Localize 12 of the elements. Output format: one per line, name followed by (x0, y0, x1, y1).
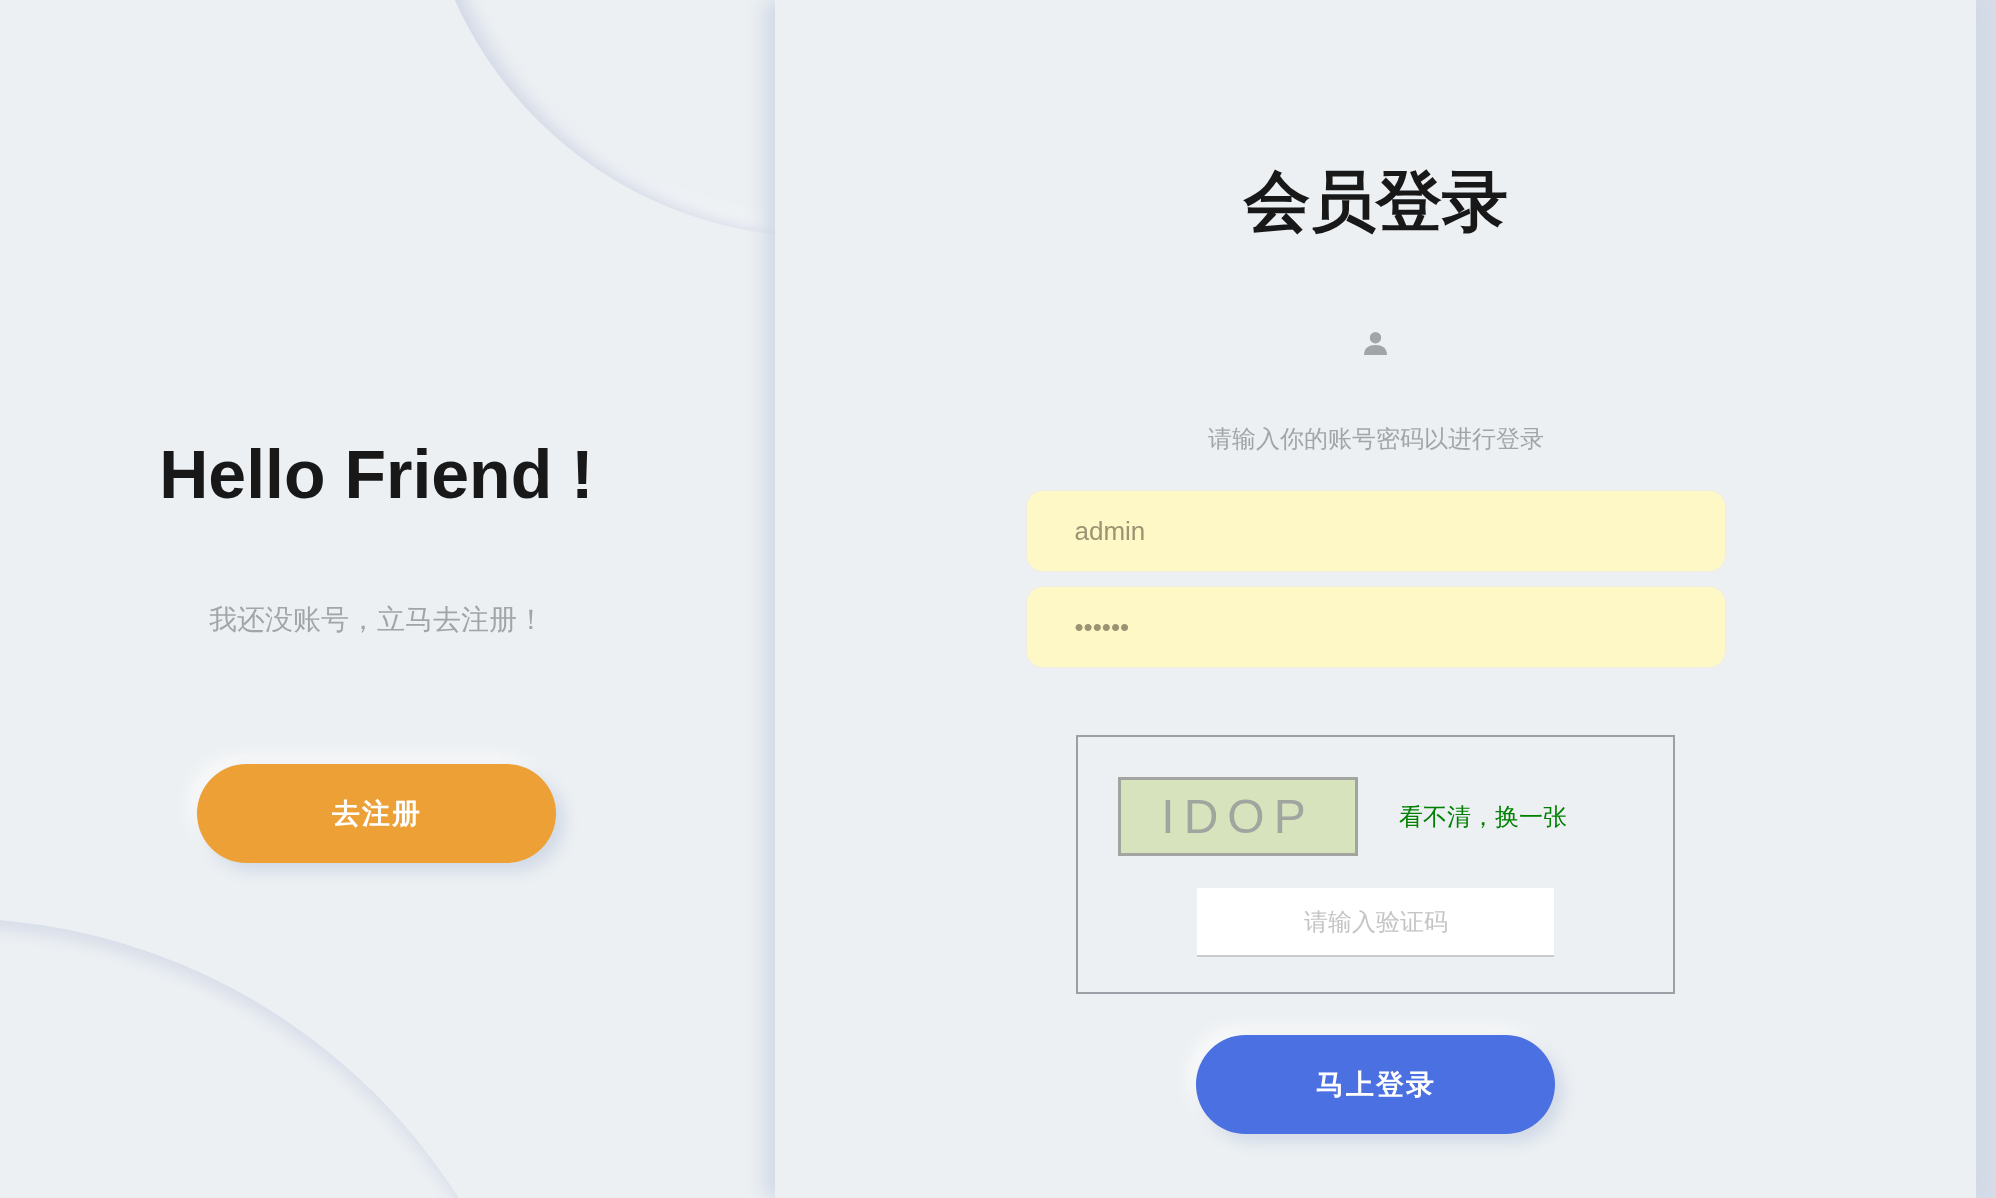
login-title: 会员登录 (1243, 168, 1508, 234)
captcha-code: IDOP (1118, 777, 1358, 856)
welcome-subtitle: 我还没账号，立马去注册！ (208, 606, 545, 634)
captcha-field[interactable]: 请输入验证码 (1197, 888, 1554, 957)
login-hint: 请输入你的账号密码以进行登录 (1207, 427, 1544, 451)
username-field[interactable]: admin (1026, 491, 1725, 571)
user-icon (1363, 330, 1388, 355)
password-field[interactable]: •••••• (1026, 587, 1725, 667)
refresh-captcha-link[interactable]: 看不清，换一张 (1399, 804, 1567, 829)
welcome-title: Hello Friend ! (159, 440, 594, 508)
login-button[interactable]: 马上登录 (1196, 1035, 1555, 1134)
register-button[interactable]: 去注册 (197, 764, 556, 863)
